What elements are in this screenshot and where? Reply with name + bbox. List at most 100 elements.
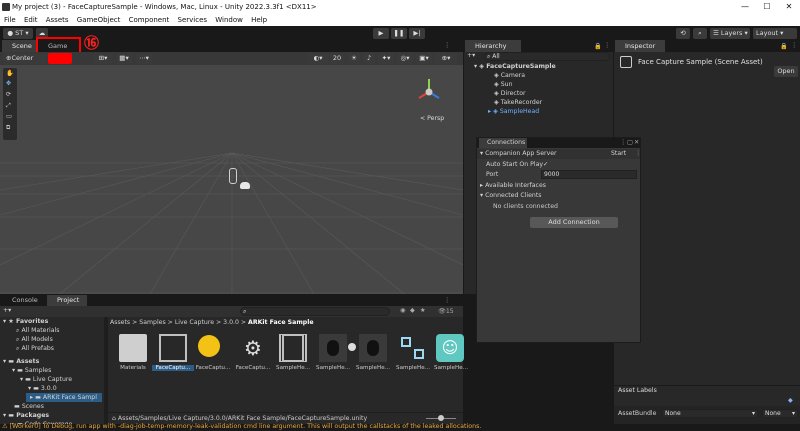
scene-viewport[interactable]: ✋ ✥ ⟳ ⤢ ▭ ⧉ < Persp (0, 65, 463, 294)
menu-window[interactable]: Window (215, 16, 243, 24)
assetbundle-dropdown[interactable]: None ▾ (662, 409, 758, 418)
folder-live-capture[interactable]: ▾ ▬ Live Capture (20, 375, 72, 384)
start-button[interactable]: Start (611, 150, 626, 157)
assetbundle-variant-dropdown[interactable]: None ▾ (762, 409, 798, 418)
close-button[interactable]: ✕ (778, 0, 800, 14)
maximize-button[interactable]: ☐ (756, 0, 778, 14)
gizmos-icon[interactable]: ⊕▾ (435, 53, 457, 64)
label-tag-icon[interactable]: ◆ (788, 397, 793, 404)
asset-item[interactable]: SampleHe... (352, 333, 394, 381)
pause-button[interactable]: ❚❚ (391, 27, 407, 39)
connections-maximize-icon[interactable]: ▢ (627, 139, 633, 146)
account-button[interactable]: ● ST ▾ (3, 27, 33, 39)
assets-foldout[interactable]: ▾ ▬ Assets (3, 357, 39, 366)
pivot-center-dropdown[interactable]: ⊕Center (3, 53, 47, 64)
lock-icon[interactable]: 🔒 (594, 42, 602, 50)
menu-edit[interactable]: Edit (24, 16, 38, 24)
server-menu-icon[interactable]: ⋮ (635, 150, 641, 157)
connections-menu-icon[interactable]: ⋮ (620, 139, 626, 146)
favorite-star-icon[interactable]: ★ (420, 307, 426, 314)
persp-label[interactable]: < Persp (420, 115, 444, 122)
auto-start-checkbox[interactable]: ✓ (543, 161, 548, 168)
tab-connections[interactable]: Connections (479, 138, 527, 148)
add-connection-button[interactable]: Add Connection (530, 217, 618, 228)
folder-3-0-0[interactable]: ▾ ▬ 3.0.0 (28, 384, 57, 393)
lighting-icon[interactable]: ☀ (348, 53, 360, 64)
history-icon[interactable]: ⟲ (676, 27, 690, 39)
filter-label-icon[interactable]: ◆ (410, 307, 415, 314)
minimize-button[interactable]: — (734, 0, 756, 14)
hierarchy-item-samplehead[interactable]: ▸ ◈ SampleHead (488, 107, 539, 116)
rect-tool-icon[interactable]: ▭ (6, 113, 12, 120)
asset-item[interactable]: Materials (112, 333, 154, 381)
icon-size-slider-handle[interactable] (438, 415, 444, 421)
tab-hierarchy[interactable]: Hierarchy (465, 40, 521, 52)
hidden-objects-icon[interactable]: ◎▾ (397, 53, 413, 64)
menu-component[interactable]: Component (129, 16, 170, 24)
tab-scene[interactable]: Scene (2, 40, 36, 52)
connected-clients-foldout[interactable]: ▾ Connected Clients (480, 192, 542, 199)
hierarchy-menu-icon[interactable]: ⋮ (604, 42, 610, 49)
hand-tool-icon[interactable]: ✋ (6, 69, 14, 77)
connections-close-icon[interactable]: ✕ (634, 139, 639, 146)
draw-mode-icon[interactable]: ◐▾ (308, 53, 328, 64)
inspector-menu-icon[interactable]: ⋮ (791, 42, 797, 49)
create-button[interactable]: +▾ (467, 52, 475, 59)
2d-toggle[interactable]: 20 (330, 53, 344, 64)
tree-scrollbar[interactable] (104, 317, 108, 424)
project-menu-icon[interactable]: ⋮ (444, 297, 450, 304)
breadcrumb-assets[interactable]: Assets (110, 319, 130, 326)
play-button[interactable]: ▶ (373, 27, 389, 39)
scale-tool-icon[interactable]: ⤢ (6, 102, 11, 110)
transform-tool-icon[interactable]: ⧉ (6, 124, 10, 132)
sample-head-object[interactable] (240, 182, 250, 189)
project-search-input[interactable]: ⌕ (240, 307, 390, 316)
fav-all-models[interactable]: ⌕ All Models (16, 335, 53, 344)
breadcrumb-live-capture[interactable]: Live Capture (175, 319, 214, 326)
hierarchy-item-camera[interactable]: ◈ Camera (494, 71, 525, 80)
fav-all-materials[interactable]: ⌕ All Materials (16, 326, 59, 335)
breadcrumb-arkit[interactable]: ARKit Face Sample (248, 319, 313, 326)
asset-item[interactable]: SampleHe... (392, 333, 434, 381)
hidden-packages-count[interactable]: 👁15 (438, 307, 454, 315)
camera-gizmo-icon[interactable] (229, 168, 237, 184)
asset-item[interactable]: ⚙ FaceCaptu... (232, 333, 274, 381)
asset-item[interactable]: FaceCaptu... (192, 333, 234, 381)
step-button[interactable]: ▶| (409, 27, 425, 39)
tab-console[interactable]: Console (2, 295, 42, 306)
packages-foldout[interactable]: ▾ ▬ Packages (3, 411, 49, 420)
hierarchy-item-facecapturesample[interactable]: ▾ ◈ FaceCaptureSample (474, 62, 556, 71)
filter-type-icon[interactable]: ◉ (400, 307, 405, 314)
project-create-button[interactable]: +▾ (3, 307, 11, 314)
hierarchy-search-input[interactable]: ⌕ All (484, 52, 610, 61)
open-button[interactable]: Open (774, 66, 798, 77)
menu-help[interactable]: Help (251, 16, 267, 24)
scene-menu-icon[interactable]: ⋮ (444, 42, 450, 49)
menu-assets[interactable]: Assets (46, 16, 69, 24)
layers-dropdown[interactable]: ☰ Layers ▾ (710, 27, 750, 39)
snap-increment-icon[interactable]: ⋯▾ (136, 53, 152, 64)
menu-file[interactable]: File (4, 16, 16, 24)
breadcrumb-version[interactable]: 3.0.0 (223, 319, 239, 326)
asset-item[interactable]: FaceCaptu... (152, 333, 194, 381)
folder-samples[interactable]: ▾ ▬ Samples (12, 366, 51, 375)
menu-services[interactable]: Services (178, 16, 208, 24)
camera-icon[interactable]: ▣▾ (416, 53, 432, 64)
port-input[interactable]: 9000 (541, 170, 637, 179)
rotate-tool-icon[interactable]: ⟳ (6, 91, 11, 98)
folder-arkit-face-sample[interactable]: ▸ ▬ ARKit Face Sampl (26, 393, 102, 402)
hierarchy-item-director[interactable]: ◈ Director (494, 89, 526, 98)
breadcrumb-samples[interactable]: Samples (139, 319, 165, 326)
hierarchy-item-takerecorder[interactable]: ◈ TakeRecorder (494, 98, 542, 107)
inspector-lock-icon[interactable]: 🔒 (780, 42, 788, 50)
tab-inspector[interactable]: Inspector (615, 40, 665, 52)
asset-item[interactable]: ☺ SampleHe... (430, 333, 472, 381)
tab-project[interactable]: Project (47, 295, 87, 306)
available-interfaces-foldout[interactable]: ▸ Available Interfaces (480, 182, 546, 189)
effects-icon[interactable]: ✦▾ (378, 53, 394, 64)
fav-all-prefabs[interactable]: ⌕ All Prefabs (16, 344, 54, 353)
search-icon[interactable]: ⌕ (693, 27, 707, 39)
asset-item[interactable]: SampleHe... (312, 333, 356, 381)
asset-item[interactable]: SampleHe... (272, 333, 314, 381)
folder-scenes[interactable]: ▬ Scenes (14, 402, 44, 411)
